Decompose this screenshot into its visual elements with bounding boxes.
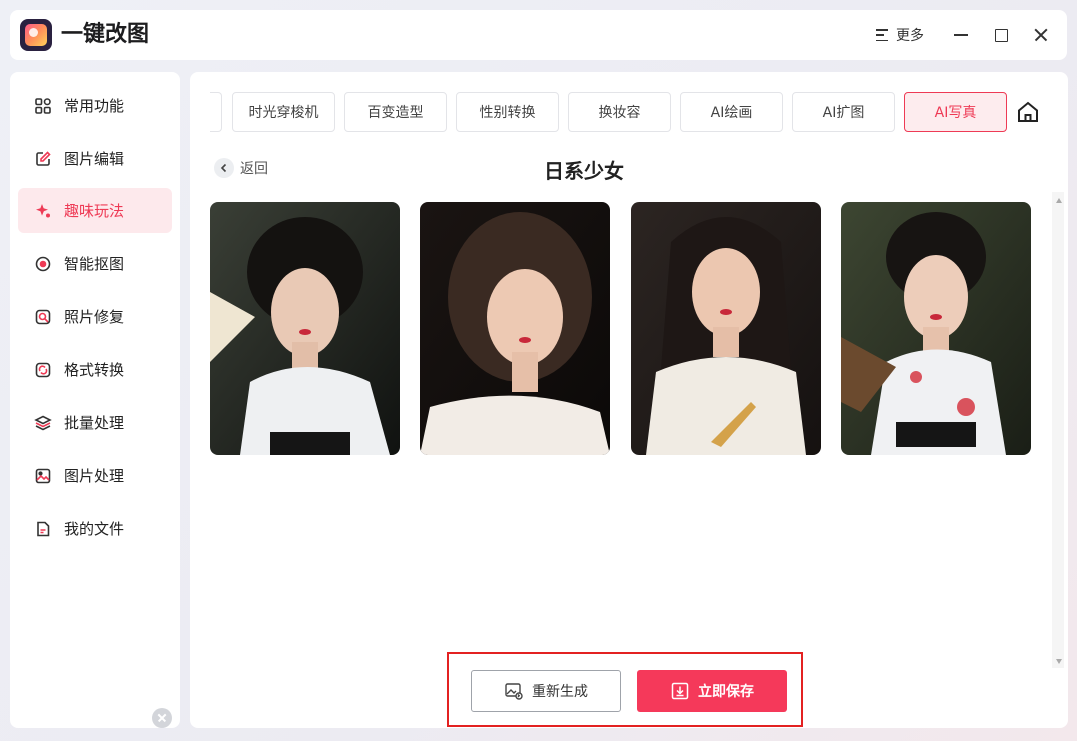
maximize-button[interactable] (989, 23, 1013, 47)
grid-icon (34, 97, 52, 115)
more-menu-button[interactable]: 更多 (876, 24, 924, 46)
sidebar: 常用功能 图片编辑 趣味玩法 智能抠图 照片修复 格式转换 批量处理 图片处理 … (10, 72, 180, 728)
tab-style-change[interactable]: 百变造型 (344, 92, 447, 132)
sidebar-item-label: 照片修复 (64, 308, 125, 326)
tab-makeup[interactable]: 换妆容 (568, 92, 671, 132)
sparkle-icon (34, 202, 52, 220)
sidebar-item-fun[interactable]: 趣味玩法 (18, 188, 172, 233)
tab-gender-swap[interactable]: 性别转换 (456, 92, 559, 132)
save-now-button[interactable]: 立即保存 (637, 670, 787, 712)
sidebar-item-label: 常用功能 (64, 97, 125, 115)
file-icon (34, 520, 52, 538)
layers-icon (34, 414, 52, 432)
regenerate-button[interactable]: 重新生成 (471, 670, 621, 712)
download-icon (671, 682, 689, 700)
sidebar-item-label: 图片处理 (64, 467, 125, 485)
tab-ai-portrait[interactable]: AI写真 (904, 92, 1007, 132)
sidebar-item-label: 图片编辑 (64, 150, 125, 168)
result-image-4[interactable] (841, 202, 1031, 455)
sidebar-item-label: 批量处理 (64, 414, 125, 432)
scroll-down-arrow-icon[interactable] (1056, 659, 1062, 664)
sidebar-item-edit[interactable]: 图片编辑 (18, 136, 172, 181)
tab-time-machine[interactable]: 时光穿梭机 (232, 92, 335, 132)
main-panel: 时光穿梭机 百变造型 性别转换 换妆容 AI绘画 AI扩图 AI写真 返回 日系… (190, 72, 1068, 728)
sidebar-item-label: 趣味玩法 (64, 202, 125, 220)
sidebar-item-cutout[interactable]: 智能抠图 (18, 241, 172, 286)
close-button[interactable] (1029, 23, 1053, 47)
minimize-button[interactable] (949, 23, 973, 47)
sidebar-close-icon[interactable] (152, 708, 172, 728)
sidebar-item-label: 格式转换 (64, 361, 125, 379)
scrollbar[interactable] (1052, 192, 1064, 668)
sidebar-item-repair[interactable]: 照片修复 (18, 294, 172, 339)
sidebar-item-image[interactable]: 图片处理 (18, 453, 172, 498)
app-logo-icon (20, 19, 52, 51)
result-image-2[interactable] (420, 202, 610, 455)
sidebar-item-files[interactable]: 我的文件 (18, 506, 172, 551)
sidebar-item-batch[interactable]: 批量处理 (18, 400, 172, 445)
sidebar-item-label: 智能抠图 (64, 255, 125, 273)
result-image-3[interactable] (631, 202, 821, 455)
title-bar: 一键改图 更多 (10, 10, 1067, 60)
regenerate-label: 重新生成 (532, 684, 588, 700)
convert-icon (34, 361, 52, 379)
sidebar-item-label: 我的文件 (64, 520, 125, 538)
more-label: 更多 (896, 28, 924, 44)
save-now-label: 立即保存 (698, 684, 754, 700)
sidebar-item-convert[interactable]: 格式转换 (18, 347, 172, 392)
tab-ai-painting[interactable]: AI绘画 (680, 92, 783, 132)
target-icon (34, 255, 52, 273)
home-icon[interactable] (1016, 100, 1040, 124)
page-title: 日系少女 (544, 159, 624, 183)
regenerate-image-icon (505, 683, 523, 700)
scroll-up-arrow-icon[interactable] (1056, 198, 1062, 203)
app-title: 一键改图 (61, 22, 150, 47)
tab-ai-expand[interactable]: AI扩图 (792, 92, 895, 132)
repair-icon (34, 308, 52, 326)
tab-partial[interactable] (210, 92, 222, 132)
result-image-1[interactable] (210, 202, 400, 455)
sidebar-item-common[interactable]: 常用功能 (18, 83, 172, 128)
image-icon (34, 467, 52, 485)
edit-icon (34, 150, 52, 168)
menu-icon (876, 29, 888, 41)
